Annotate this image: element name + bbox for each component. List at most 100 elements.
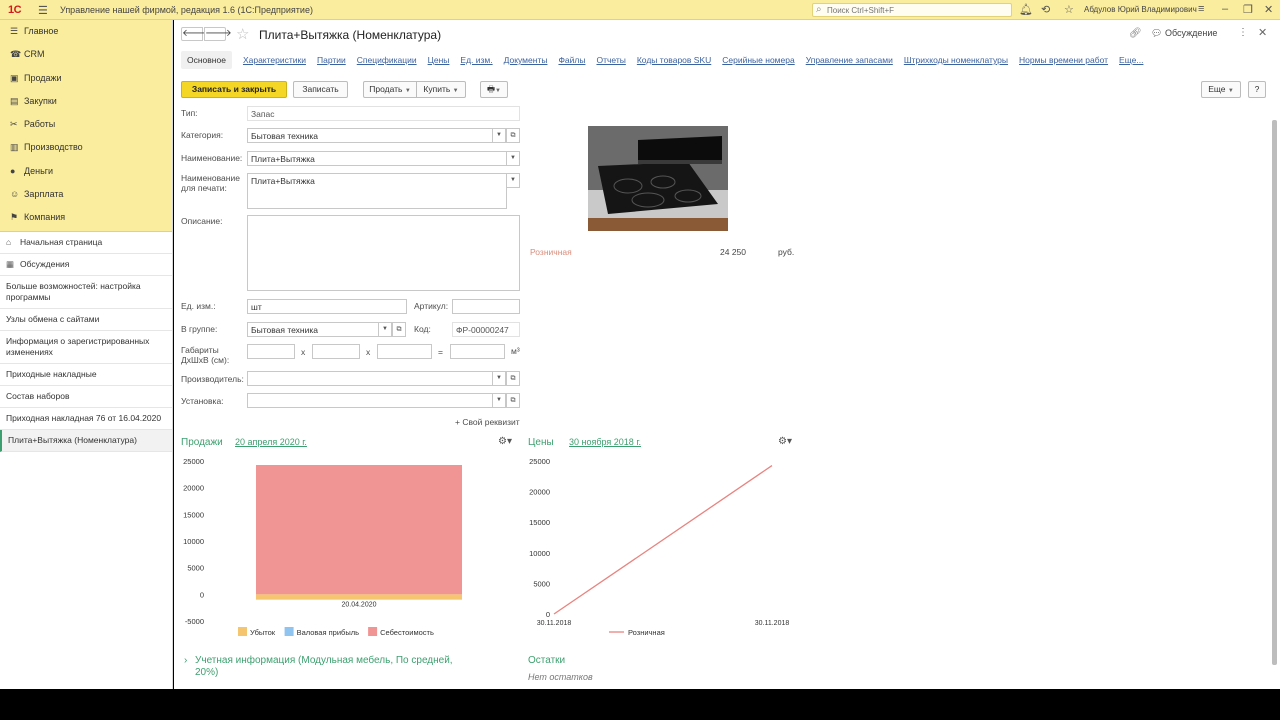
more-button[interactable]: Еще ▼ (1201, 81, 1241, 98)
nav-item-5[interactable]: Приходные накладные (0, 364, 172, 386)
description-field[interactable] (247, 215, 520, 291)
type-label: Тип: (181, 108, 198, 118)
group-field[interactable]: Бытовая техника (247, 322, 387, 337)
sales-date-link[interactable]: 20 апреля 2020 г. (235, 437, 307, 447)
minimize-icon[interactable]: – (1222, 3, 1228, 15)
code-field: ФР-00000247 (452, 322, 520, 337)
prices-settings-gear-icon[interactable]: ⚙▾ (778, 436, 792, 447)
history-icon[interactable]: ⟲ (1041, 3, 1050, 16)
section-label: CRM (24, 49, 45, 60)
category-open-icon[interactable]: ⧉ (506, 128, 520, 143)
installation-dropdown[interactable]: ▼ (492, 393, 506, 408)
installation-field[interactable] (247, 393, 500, 408)
search-icon: ⌕ (816, 4, 822, 15)
tab-7[interactable]: Файлы (558, 51, 585, 69)
manufacturer-field[interactable] (247, 371, 500, 386)
section-5[interactable]: ▥ Производство (0, 136, 172, 159)
nav-item-label: Приходные накладные (6, 369, 97, 379)
discussion-button[interactable]: 💬︎ Обсуждение (1151, 28, 1217, 39)
nav-item-6[interactable]: Состав наборов (0, 386, 172, 408)
print-name-dropdown[interactable]: ▼ (506, 173, 520, 188)
section-1[interactable]: ☎ CRM (0, 43, 172, 66)
section-3[interactable]: ▤ Закупки (0, 90, 172, 113)
tab-13[interactable]: Нормы времени работ (1019, 51, 1108, 69)
tab-0[interactable]: Основное (181, 51, 232, 69)
add-own-attribute-link[interactable]: + Свой реквизит (455, 417, 520, 427)
settings-menu-icon[interactable]: ≡ (1198, 3, 1204, 15)
sell-label: Продать (369, 84, 403, 94)
sales-section-title: Продажи (181, 437, 223, 448)
product-image[interactable] (588, 126, 728, 231)
global-search[interactable]: ⌕ (812, 3, 1012, 17)
more-actions-icon[interactable]: ⋮ (1238, 27, 1248, 38)
width-field[interactable] (312, 344, 360, 359)
close-form-icon[interactable]: ✕ (1258, 26, 1267, 39)
section-8[interactable]: ⚑ Компания (0, 206, 172, 229)
nav-item-8[interactable]: Плита+Вытяжка (Номенклатура) (0, 430, 172, 452)
manufacturer-dropdown[interactable]: ▼ (492, 371, 506, 386)
nav-item-1[interactable]: ▦ Обсуждения (0, 254, 172, 276)
section-7[interactable]: ☺ Зарплата (0, 183, 172, 206)
tab-14[interactable]: Еще... (1119, 51, 1143, 69)
main-menu-icon[interactable]: ☰ (38, 4, 48, 17)
length-field[interactable] (247, 344, 295, 359)
section-6[interactable]: ● Деньги (0, 160, 172, 183)
nav-item-3[interactable]: Узлы обмена с сайтами (0, 309, 172, 331)
tab-2[interactable]: Партии (317, 51, 346, 69)
print-name-field[interactable]: Плита+Вытяжка (247, 173, 507, 209)
close-window-icon[interactable]: ✕ (1264, 3, 1273, 16)
unit-field[interactable]: шт (247, 299, 407, 314)
name-field[interactable]: Плита+Вытяжка (247, 151, 507, 166)
section-label: Деньги (24, 165, 54, 176)
save-button[interactable]: Записать (293, 81, 348, 98)
search-input[interactable] (827, 5, 1007, 16)
legend-swatch (284, 627, 294, 636)
height-field[interactable] (377, 344, 432, 359)
nav-item-0[interactable]: ⌂ Начальная страница (0, 232, 172, 254)
installation-open-icon[interactable]: ⧉ (506, 393, 520, 408)
tab-1[interactable]: Характеристики (243, 51, 306, 69)
user-name[interactable]: Абдулов Юрий Владимирович (1084, 5, 1197, 14)
nav-item-4[interactable]: Информация о зарегистрированных изменени… (0, 331, 172, 364)
nav-item-2[interactable]: Больше возможностей: настройка программы (0, 276, 172, 309)
favorite-star-icon[interactable]: ☆ (236, 25, 249, 43)
section-0[interactable]: ☰ Главное (0, 20, 172, 43)
link-icon[interactable]: 🔗︎ (1129, 28, 1142, 39)
save-and-close-button[interactable]: Записать и закрыть (181, 81, 287, 98)
tab-9[interactable]: Коды товаров SKU (637, 51, 711, 69)
legend-label: Валовая прибыль (297, 628, 360, 637)
tab-12[interactable]: Штрихкоды номенклатуры (904, 51, 1008, 69)
tab-6[interactable]: Документы (504, 51, 548, 69)
help-button[interactable]: ? (1248, 81, 1266, 98)
tab-8[interactable]: Отчеты (596, 51, 625, 69)
article-field[interactable] (452, 299, 520, 314)
category-dropdown[interactable]: ▼ (492, 128, 506, 143)
vertical-scrollbar[interactable] (1272, 120, 1277, 665)
bell-icon[interactable]: 🔔︎ (1019, 3, 1033, 16)
favorites-star-icon[interactable]: ☆ (1064, 3, 1074, 16)
sell-button[interactable]: Продать ▼ (363, 81, 417, 98)
manufacturer-open-icon[interactable]: ⧉ (506, 371, 520, 386)
tab-3[interactable]: Спецификации (357, 51, 417, 69)
sales-settings-gear-icon[interactable]: ⚙▾ (498, 436, 512, 447)
volume-field[interactable] (450, 344, 505, 359)
category-field[interactable]: Бытовая техника (247, 128, 500, 143)
restore-icon[interactable]: ❐ (1243, 3, 1253, 16)
print-button[interactable]: 🖶︎▼ (480, 81, 508, 98)
nav-item-7[interactable]: Приходная накладная 76 от 16.04.2020 (0, 408, 172, 430)
y-tick-label: 10000 (183, 537, 204, 546)
name-dropdown[interactable]: ▼ (506, 151, 520, 166)
section-4[interactable]: ✂ Работы (0, 113, 172, 136)
tab-4[interactable]: Цены (428, 51, 450, 69)
buy-button[interactable]: Купить ▼ (417, 81, 466, 98)
tab-10[interactable]: Серийные номера (722, 51, 794, 69)
group-open-icon[interactable]: ⧉ (392, 322, 406, 337)
forward-button[interactable]: 🡒 (204, 27, 232, 41)
tab-5[interactable]: Ед. изм. (460, 51, 492, 69)
prices-date-link[interactable]: 30 ноября 2018 г. (569, 437, 641, 447)
back-button[interactable]: 🡐 (181, 27, 209, 41)
section-2[interactable]: ▣ Продажи (0, 67, 172, 90)
y-tick-label: 20000 (529, 488, 550, 497)
tab-11[interactable]: Управление запасами (806, 51, 893, 69)
group-dropdown[interactable]: ▼ (378, 322, 392, 337)
